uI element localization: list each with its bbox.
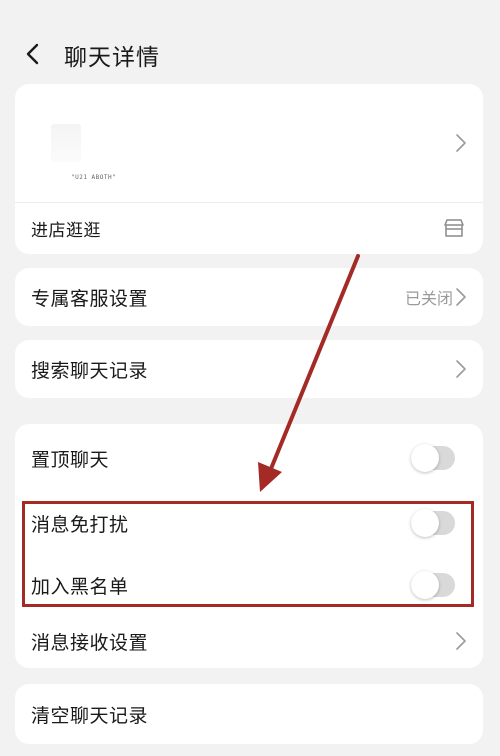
chat-options-card: 置顶聊天 消息免打扰 加入黑名单 消息接收设置 — [15, 424, 483, 668]
search-history-card: 搜索聊天记录 — [15, 340, 483, 398]
blacklist-row: 加入黑名单 — [15, 556, 483, 614]
exclusive-service-card: 专属客服设置 已关闭 — [15, 268, 483, 326]
chevron-right-icon — [456, 134, 466, 152]
shop-card: "U21 ABOTH" 进店逛逛 — [15, 84, 483, 254]
do-not-disturb-row: 消息免打扰 — [15, 494, 483, 552]
receive-settings-label: 消息接收设置 — [31, 631, 149, 654]
clear-history-row[interactable]: 清空聊天记录 — [15, 684, 483, 744]
search-history-row[interactable]: 搜索聊天记录 — [15, 340, 483, 398]
do-not-disturb-label: 消息免打扰 — [31, 513, 129, 536]
chevron-left-icon[interactable] — [22, 42, 46, 66]
clear-history-card: 清空聊天记录 — [15, 684, 483, 744]
store-icon — [444, 219, 464, 237]
visit-shop-label: 进店逛逛 — [31, 221, 101, 241]
pin-chat-label: 置顶聊天 — [31, 448, 110, 471]
toggle-knob — [411, 509, 439, 537]
do-not-disturb-toggle[interactable] — [411, 509, 455, 537]
chevron-right-icon — [456, 360, 466, 378]
receive-settings-row[interactable]: 消息接收设置 — [15, 614, 483, 668]
toggle-knob — [411, 444, 439, 472]
clear-history-label: 清空聊天记录 — [31, 704, 149, 727]
visit-shop-row[interactable]: 进店逛逛 — [15, 203, 483, 254]
shop-subtitle: "U21 ABOTH" — [71, 174, 117, 181]
exclusive-service-label: 专属客服设置 — [31, 287, 149, 310]
shop-avatar — [51, 124, 81, 162]
pin-chat-row: 置顶聊天 — [15, 424, 483, 492]
exclusive-service-status: 已关闭 — [404, 289, 453, 308]
header: 聊天详情 — [0, 28, 500, 80]
page-title: 聊天详情 — [64, 45, 160, 71]
search-history-label: 搜索聊天记录 — [31, 359, 149, 382]
exclusive-service-row[interactable]: 专属客服设置 已关闭 — [15, 268, 483, 326]
chevron-right-icon — [456, 632, 466, 650]
pin-chat-toggle[interactable] — [411, 444, 455, 472]
chevron-right-icon — [456, 288, 466, 306]
toggle-knob — [411, 571, 439, 599]
shop-info-row[interactable]: "U21 ABOTH" — [15, 84, 483, 202]
blacklist-toggle[interactable] — [411, 571, 455, 599]
blacklist-label: 加入黑名单 — [31, 575, 129, 598]
